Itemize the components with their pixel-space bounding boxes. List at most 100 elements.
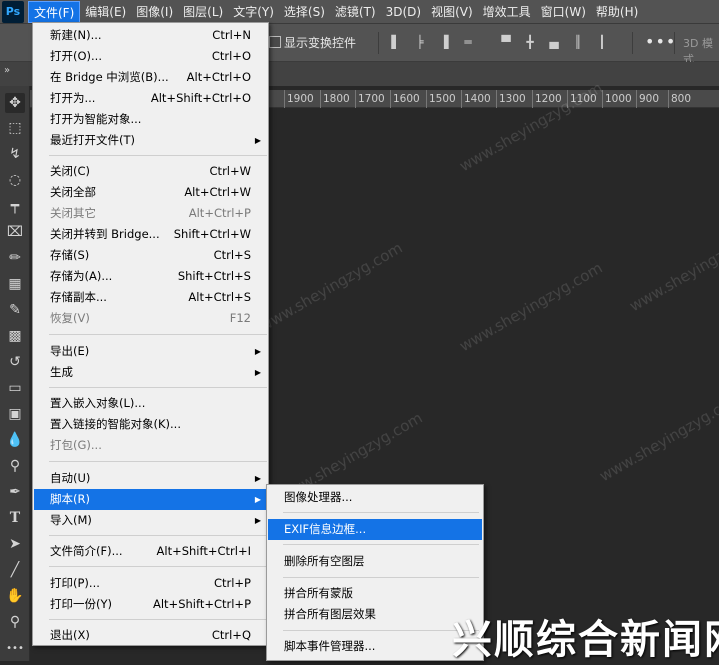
menu-item-save-as[interactable]: 存储为(A)... Shift+Ctrl+S [34,266,267,287]
distribute-h-icon[interactable]: ┃ [594,34,610,50]
menu-item-save-copy[interactable]: 存储副本... Alt+Ctrl+S [34,287,267,308]
menu-item-label: 退出(X) [50,628,90,642]
menu-item-import[interactable]: 导入(M) ▶ [34,510,267,531]
submenu-item-image-processor[interactable]: 图像处理器... [268,487,482,508]
align-middle-icon[interactable]: ═ [460,34,476,50]
align-left-icon[interactable]: ▌ [388,34,404,50]
watermark: www.sheyingzyg.com [596,388,719,486]
menu-type[interactable]: 文字(Y) [228,1,279,23]
menu-item-save[interactable]: 存储(S) Ctrl+S [34,245,267,266]
ruler-label: 1300 [499,93,526,105]
zoom-tool-icon[interactable]: ⚲ [5,612,25,632]
menu-item-shortcut: Alt+Shift+Ctrl+I [156,544,251,558]
quick-select-tool-icon[interactable]: ◌ [5,170,25,190]
menu-item-browse-bridge[interactable]: 在 Bridge 中浏览(B)... Alt+Ctrl+O [34,67,267,88]
menu-item-shortcut: Ctrl+P [213,576,251,590]
menu-item-close-others: 关闭其它 Alt+Ctrl+P [34,203,267,224]
history-brush-tool-icon[interactable]: ↺ [5,352,25,372]
gradient-tool-icon[interactable]: ▣ [5,404,25,424]
menu-item-recent-files[interactable]: 最近打开文件(T) ▶ [34,130,267,151]
menu-separator [49,461,267,462]
align-center-icon[interactable]: ╞ [412,34,428,50]
path-select-tool-icon[interactable]: ➤ [5,534,25,554]
menu-item-label: 导出(E) [50,344,90,358]
distribute-icon[interactable]: ║ [570,34,586,50]
more-options-icon[interactable]: ••• [645,32,676,51]
menu-bar: Ps 文件(F) 编辑(E) 图像(I) 图层(L) 文字(Y) 选择(S) 滤… [0,0,719,24]
eraser-tool-icon[interactable]: ▭ [5,378,25,398]
menu-plugins[interactable]: 增效工具 [478,1,536,23]
menu-item-exit[interactable]: 退出(X) Ctrl+Q [34,625,267,646]
menu-item-open[interactable]: 打开(O)... Ctrl+O [34,46,267,67]
menu-item-new[interactable]: 新建(N)... Ctrl+N [34,25,267,46]
menu-item-scripts[interactable]: 脚本(R) ▶ [34,489,267,510]
menu-item-generate[interactable]: 生成 ▶ [34,362,267,383]
align-bottom-icon[interactable]: ▄ [546,34,562,50]
menu-item-close-go-bridge[interactable]: 关闭并转到 Bridge... Shift+Ctrl+W [34,224,267,245]
clone-stamp-tool-icon[interactable]: ▩ [5,326,25,346]
menu-item-place-embedded[interactable]: 置入嵌入对象(L)... [34,393,267,414]
menu-item-place-linked[interactable]: 置入链接的智能对象(K)... [34,414,267,435]
menu-item-shortcut: Alt+Shift+Ctrl+P [152,597,251,611]
submenu-arrow-icon: ▶ [254,347,261,356]
expand-panels-icon[interactable]: » [4,65,10,76]
menu-item-shortcut: Shift+Ctrl+W [173,227,251,241]
menu-3d[interactable]: 3D(D) [381,1,426,23]
submenu-item-exif-border[interactable]: EXIF信息边框... [268,519,482,540]
crop-tool-icon[interactable]: ┯ [5,196,25,216]
move-tool-icon[interactable]: ✥ [5,93,25,113]
show-transform-checkbox[interactable] [269,36,281,48]
menu-item-shortcut: Alt+Shift+Ctrl+O [150,91,251,105]
menu-item-file-info[interactable]: 文件简介(F)... Alt+Shift+Ctrl+I [34,541,267,562]
dodge-tool-icon[interactable]: ⚲ [5,456,25,476]
type-tool-icon[interactable]: T [5,508,25,528]
menu-image[interactable]: 图像(I) [131,1,178,23]
menu-file[interactable]: 文件(F) [28,0,81,23]
show-transform-label: 显示变换控件 [284,36,357,50]
menu-item-label: 打开为智能对象... [50,112,142,126]
menu-layer[interactable]: 图层(L) [178,1,228,23]
menu-item-print[interactable]: 打印(P)... Ctrl+P [34,573,267,594]
align-top-icon[interactable]: ▀ [498,34,514,50]
menu-edit[interactable]: 编辑(E) [80,1,131,23]
ruler-label: 1800 [323,93,350,105]
submenu-item-delete-empty-layers[interactable]: 删除所有空图层 [268,551,482,572]
align-vcenter-icon[interactable]: ╋ [522,34,538,50]
menu-item-automate[interactable]: 自动(U) ▶ [34,468,267,489]
submenu-item-script-events-manager[interactable]: 脚本事件管理器... [268,636,482,657]
menu-item-label: 置入嵌入对象(L)... [50,396,146,410]
frame-tool-icon[interactable]: ⌧ [5,222,25,242]
menu-filter[interactable]: 滤镜(T) [330,1,381,23]
menu-separator [49,334,267,335]
submenu-item-flatten-layer-effects[interactable]: 拼合所有图层效果 [268,604,482,625]
menu-help[interactable]: 帮助(H) [591,1,643,23]
healing-brush-tool-icon[interactable]: ▦ [5,274,25,294]
menu-item-open-as[interactable]: 打开为... Alt+Shift+Ctrl+O [34,88,267,109]
more-tools-icon[interactable]: ••• [5,638,25,658]
watermark: www.sheyingzyg.com [456,258,606,356]
menu-item-close-all[interactable]: 关闭全部 Alt+Ctrl+W [34,182,267,203]
menu-window[interactable]: 窗口(W) [536,1,591,23]
menu-item-label: EXIF信息边框... [284,522,367,536]
submenu-arrow-icon: ▶ [254,495,261,504]
marquee-tool-icon[interactable]: ⬚ [5,118,25,138]
pen-tool-icon[interactable]: ✒ [5,482,25,502]
line-tool-icon[interactable]: ╱ [5,560,25,580]
hand-tool-icon[interactable]: ✋ [5,586,25,606]
brush-tool-icon[interactable]: ✎ [5,300,25,320]
menu-select[interactable]: 选择(S) [279,1,330,23]
menu-item-open-smart-object[interactable]: 打开为智能对象... [34,109,267,130]
ruler-label: 1600 [393,93,420,105]
submenu-arrow-icon: ▶ [254,136,261,145]
menu-item-label: 最近打开文件(T) [50,133,135,147]
submenu-item-flatten-masks[interactable]: 拼合所有蒙版 [268,583,482,604]
menu-view[interactable]: 视图(V) [426,1,478,23]
menu-item-shortcut: Shift+Ctrl+S [177,269,251,283]
menu-item-print-one[interactable]: 打印一份(Y) Alt+Shift+Ctrl+P [34,594,267,615]
blur-tool-icon[interactable]: 💧 [5,430,25,450]
align-right-icon[interactable]: ▐ [436,34,452,50]
lasso-tool-icon[interactable]: ↯ [5,144,25,164]
menu-item-export[interactable]: 导出(E) ▶ [34,341,267,362]
menu-item-close[interactable]: 关闭(C) Ctrl+W [34,161,267,182]
eyedropper-tool-icon[interactable]: ✏ [5,248,25,268]
